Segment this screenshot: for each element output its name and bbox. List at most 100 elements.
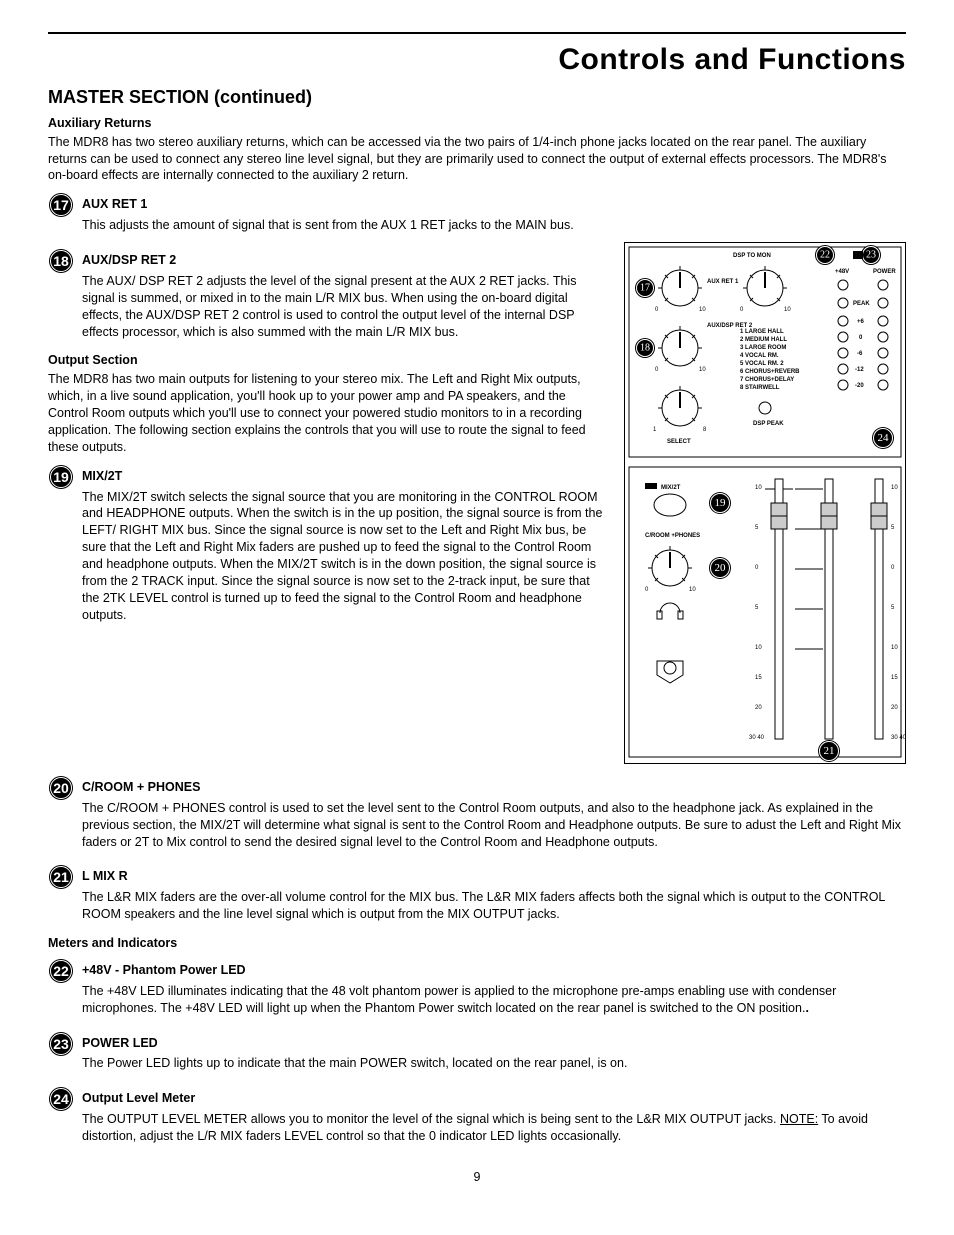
badge-23-icon: 23 (48, 1031, 76, 1057)
page-title: Controls and Functions (48, 40, 906, 81)
diagram-badge-24-icon: 24 (872, 427, 894, 449)
svg-text:10: 10 (755, 485, 762, 491)
svg-text:10: 10 (755, 645, 762, 651)
svg-text:2 MEDIUM HALL: 2 MEDIUM HALL (740, 337, 787, 343)
svg-text:10: 10 (699, 367, 706, 373)
svg-text:10: 10 (891, 485, 898, 491)
item-18-body: The AUX/ DSP RET 2 adjusts the level of … (82, 273, 608, 341)
svg-text:8 STAIRWELL: 8 STAIRWELL (740, 385, 780, 391)
svg-text:DSP PEAK: DSP PEAK (753, 421, 784, 427)
badge-21-icon: 21 (48, 864, 76, 890)
svg-text:10: 10 (689, 587, 696, 593)
badge-19-icon: 19 (48, 464, 76, 490)
item-21-title: L MIX R (82, 868, 906, 885)
svg-text:5: 5 (891, 605, 895, 611)
svg-text:0: 0 (891, 565, 895, 571)
badge-20-icon: 20 (48, 775, 76, 801)
svg-text:21: 21 (824, 745, 835, 757)
croom-phones-knob: 010 (645, 546, 696, 593)
item-23-title: POWER LED (82, 1035, 906, 1052)
svg-text:10: 10 (699, 307, 706, 313)
output-section-body: The MDR8 has two main outputs for listen… (48, 371, 608, 455)
svg-text:AUX RET 1: AUX RET 1 (707, 279, 739, 285)
fader-r (821, 479, 837, 739)
aux-dsp-ret-2-knob: 010 AUX/DSP RET 2 (655, 323, 753, 373)
svg-text:3 LARGE ROOM: 3 LARGE ROOM (740, 345, 786, 351)
svg-text:PEAK: PEAK (853, 301, 870, 307)
svg-text:+6: +6 (857, 319, 865, 325)
svg-text:5: 5 (755, 605, 759, 611)
top-rule (48, 32, 906, 34)
aux-returns-heading: Auxiliary Returns (48, 115, 906, 132)
effects-list: 1 LARGE HALL 2 MEDIUM HALL 3 LARGE ROOM … (740, 329, 800, 391)
item-22-title: +48V - Phantom Power LED (82, 962, 906, 979)
item-22-body: The +48V LED illuminates indicating that… (82, 983, 906, 1017)
svg-text:0: 0 (740, 307, 744, 313)
diagram-badge-18-icon: 18 (635, 338, 655, 358)
svg-text:22: 22 (820, 250, 830, 261)
mix-2t-button (654, 494, 686, 516)
item-23-body: The Power LED lights up to indicate that… (82, 1055, 906, 1072)
item-24-title: Output Level Meter (82, 1090, 906, 1107)
svg-text:24: 24 (878, 432, 890, 444)
item-19-body: The MIX/2T switch selects the signal sou… (82, 489, 608, 624)
svg-text:0: 0 (859, 335, 863, 341)
dsp-to-mon-knob: 0 10 (740, 266, 791, 313)
svg-text:17: 17 (640, 283, 650, 294)
diagram-badge-23-icon: 23 (861, 245, 881, 265)
item-22: 22 +48V - Phantom Power LED The +48V LED… (48, 958, 906, 1025)
svg-text:20: 20 (755, 705, 762, 711)
svg-text:4 VOCAL RM.: 4 VOCAL RM. (740, 353, 779, 359)
item-19-title: MIX/2T (82, 468, 608, 485)
svg-text:+48V: +48V (835, 269, 849, 275)
svg-text:7 CHORUS+DELAY: 7 CHORUS+DELAY (740, 377, 794, 383)
section-title: MASTER SECTION (continued) (48, 85, 906, 109)
svg-text:10: 10 (784, 307, 791, 313)
fader-3 (871, 479, 887, 739)
svg-text:24: 24 (53, 1091, 69, 1107)
svg-text:30 40: 30 40 (749, 735, 765, 741)
svg-text:5: 5 (891, 525, 895, 531)
svg-text:19: 19 (715, 497, 727, 509)
svg-text:0: 0 (655, 307, 659, 313)
item-20: 20 C/ROOM + PHONES The C/ROOM + PHONES c… (48, 775, 906, 859)
badge-22-icon: 22 (48, 958, 76, 984)
svg-text:5 VOCAL RM. 2: 5 VOCAL RM. 2 (740, 361, 784, 367)
fader-l (765, 479, 793, 739)
aux-ret-1-knob: 0 10 AUX RET 1 (655, 266, 739, 313)
item-19: 19 MIX/2T The MIX/2T switch selects the … (48, 464, 608, 632)
svg-text:5: 5 (755, 525, 759, 531)
svg-text:30 40: 30 40 (891, 735, 906, 741)
output-level-meter: +6 0 -6 -12 -20 (838, 316, 888, 390)
svg-text:19: 19 (53, 469, 69, 485)
master-section-diagram: DSP TO MON 010 AUX RET 1 17 (624, 242, 906, 769)
svg-text:10: 10 (891, 645, 898, 651)
item-21: 21 L MIX R The L&R MIX faders are the ov… (48, 864, 906, 931)
headphone-icon (657, 603, 683, 619)
diagram-badge-22-icon: 22 (815, 245, 835, 265)
svg-text:-6: -6 (857, 351, 863, 357)
item-17-body: This adjusts the amount of signal that i… (82, 217, 906, 234)
svg-text:SELECT: SELECT (667, 439, 691, 445)
select-knob: 18 SELECT (653, 386, 707, 445)
item-23: 23 POWER LED The Power LED lights up to … (48, 1031, 906, 1081)
diagram-badge-21-icon: 21 (818, 740, 840, 762)
diagram-badge-19-icon: 19 (709, 492, 731, 514)
badge-24-icon: 24 (48, 1086, 76, 1112)
svg-text:23: 23 (53, 1036, 69, 1052)
item-24-body: The OUTPUT LEVEL METER allows you to mon… (82, 1111, 906, 1145)
item-18-title: AUX/DSP RET 2 (82, 252, 608, 269)
svg-text:22: 22 (53, 963, 69, 979)
aux-returns-body: The MDR8 has two stereo auxiliary return… (48, 134, 906, 185)
svg-text:POWER: POWER (873, 269, 896, 275)
svg-text:21: 21 (53, 869, 69, 885)
headphone-jack-icon (657, 661, 683, 683)
svg-text:15: 15 (755, 675, 762, 681)
item-18: 18 AUX/DSP RET 2 The AUX/ DSP RET 2 adju… (48, 248, 608, 348)
svg-text:20: 20 (53, 780, 69, 796)
meters-heading: Meters and Indicators (48, 935, 906, 952)
item-21-body: The L&R MIX faders are the over-all volu… (82, 889, 906, 923)
item-20-body: The C/ROOM + PHONES control is used to s… (82, 800, 906, 851)
item-24: 24 Output Level Meter The OUTPUT LEVEL M… (48, 1086, 906, 1153)
svg-text:0: 0 (655, 367, 659, 373)
